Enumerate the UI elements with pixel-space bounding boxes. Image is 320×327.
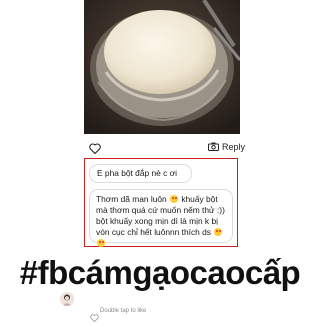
comment-text: E pha bột đắp nè c ơi xyxy=(97,168,177,178)
comment-text-part1: Thơm dã man luôn xyxy=(96,194,167,204)
post-photo xyxy=(84,0,240,134)
highlighted-comments: E pha bột đắp nè c ơi Thơm dã man luôn k… xyxy=(84,158,238,247)
double-tap-hint: Double tap to like xyxy=(100,308,147,314)
like-heart-icon[interactable] xyxy=(89,141,101,155)
reply-button[interactable]: Reply xyxy=(208,140,245,154)
heart-eyes-emoji-icon xyxy=(97,239,105,247)
comment-bubble: Thơm dã man luôn khuấy bột mà thơm quá c… xyxy=(89,189,233,247)
heart-outline-icon[interactable] xyxy=(90,309,99,323)
heart-eyes-emoji-icon xyxy=(170,195,178,203)
camera-icon xyxy=(208,142,219,153)
avatar[interactable] xyxy=(60,292,74,306)
hashtag-caption: #fbcámgạocaocấp xyxy=(19,254,301,291)
reply-label: Reply xyxy=(222,142,246,152)
comment-bubble: E pha bột đắp nè c ơi xyxy=(89,164,192,183)
heart-eyes-emoji-icon xyxy=(214,228,223,236)
